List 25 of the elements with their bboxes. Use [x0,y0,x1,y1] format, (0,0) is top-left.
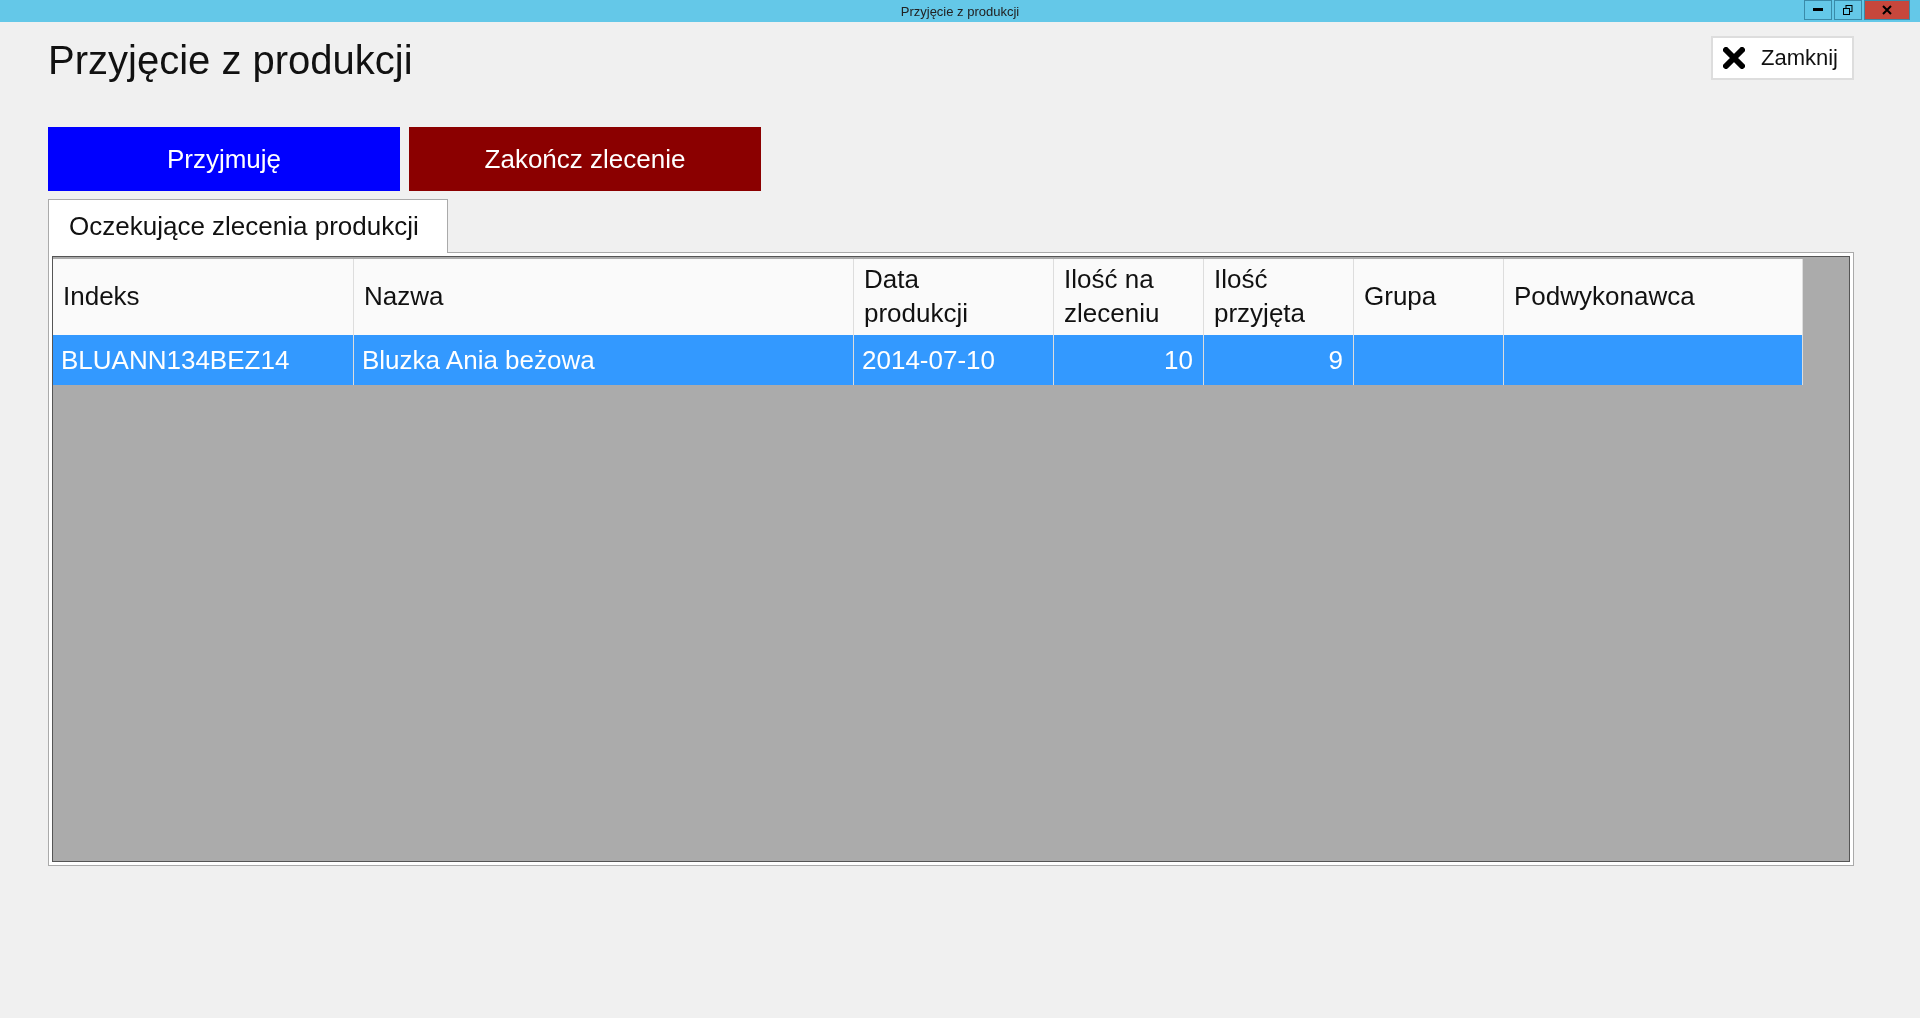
close-icon [1882,5,1892,15]
table-cell: Bluzka Ania beżowa [354,335,854,385]
column-header[interactable]: Nazwa [354,259,854,335]
column-header[interactable]: Grupa [1354,259,1504,335]
minimize-button[interactable] [1804,0,1832,20]
action-button[interactable]: Zakończ zlecenie [409,127,761,191]
column-header[interactable]: Ilość na zleceniu [1054,259,1204,335]
table-cell: BLUANN134BEZ14 [53,335,354,385]
close-icon [1723,47,1745,69]
column-header[interactable]: Indeks [53,259,354,335]
table-cell: 9 [1204,335,1354,385]
close-button[interactable]: Zamknij [1711,36,1854,80]
page-heading: Przyjęcie z produkcji [48,37,413,83]
close-button[interactable] [1864,0,1910,20]
table-cell: 2014-07-10 [854,335,1054,385]
tab[interactable]: Oczekujące zlecenia produkcji [48,199,448,253]
table-cell: 10 [1054,335,1204,385]
action-button[interactable]: Przyjmuję [48,127,400,191]
window-title: Przyjęcie z produkcji [900,3,1020,19]
column-header[interactable]: Podwykonawca [1504,259,1803,335]
column-header[interactable]: Ilość przyjęta [1204,259,1354,335]
restore-button[interactable] [1834,0,1862,20]
restore-icon [1843,5,1853,15]
column-header[interactable]: Data produkcji [854,259,1054,335]
minimize-icon [1813,8,1823,12]
